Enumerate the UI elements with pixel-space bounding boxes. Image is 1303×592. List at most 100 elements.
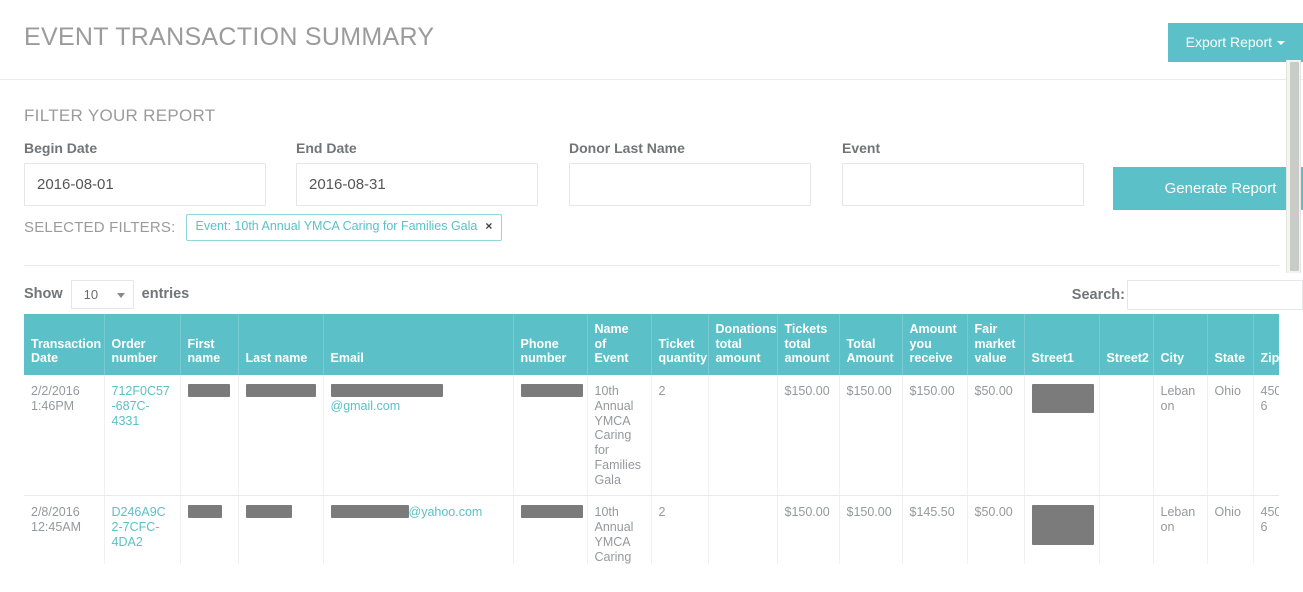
column-header-name-of-event[interactable]: Name of Event — [587, 313, 652, 375]
report-table-container: Transaction Date Order number First name… — [24, 313, 1279, 564]
cell-name-of-event: 10th Annual YMCA Caring for Families Gal… — [587, 375, 652, 497]
redacted-street1 — [1031, 384, 1094, 413]
end-date-label: End Date — [296, 140, 357, 156]
event-field: Event — [842, 140, 1084, 206]
cell-first-name — [180, 375, 239, 497]
column-header-fair-market-value[interactable]: Fair market value — [967, 313, 1025, 375]
event-input[interactable] — [842, 163, 1084, 206]
search-control: Search: — [1071, 279, 1303, 310]
column-header-amount-you-receive[interactable]: Amount you receive — [902, 313, 968, 375]
column-header-city[interactable]: City — [1153, 313, 1208, 375]
column-header-street2[interactable]: Street2 — [1099, 313, 1154, 375]
column-header-zip[interactable]: Zip — [1253, 313, 1279, 375]
cell-email: @gmail.com — [323, 375, 514, 497]
cell-order-number: 712F0C57-687C-4331 — [104, 375, 181, 497]
table-row: 2/2/2016 1:46PM 712F0C57-687C-4331 @gmai… — [24, 375, 1279, 497]
donor-last-name-label: Donor Last Name — [569, 140, 685, 156]
column-header-state[interactable]: State — [1207, 313, 1254, 375]
cell-city: Lebanon — [1153, 495, 1208, 564]
event-label: Event — [842, 140, 881, 156]
column-header-ticket-quantity[interactable]: Ticket quantity — [651, 313, 709, 375]
cell-zip: 45036 — [1253, 375, 1279, 497]
cell-street2 — [1099, 495, 1154, 564]
cell-last-name — [238, 375, 324, 497]
cell-email: @yahoo.com — [323, 495, 514, 564]
show-label: Show — [24, 286, 63, 303]
begin-date-input[interactable] — [24, 163, 266, 206]
end-date-input[interactable] — [296, 163, 538, 206]
cell-total-amount: $150.00 — [839, 495, 903, 564]
cell-transaction-date: 2/2/2016 1:46PM — [24, 375, 105, 497]
cell-first-name — [180, 495, 239, 564]
cell-city: Lebanon — [1153, 375, 1208, 497]
redacted-email-local — [330, 384, 443, 397]
cell-donations-total — [708, 375, 778, 497]
cell-zip: 45036 — [1253, 495, 1279, 564]
cell-amount-you-receive: $150.00 — [902, 375, 968, 497]
page-title: EVENT TRANSACTION SUMMARY — [24, 23, 435, 51]
end-date-field: End Date — [296, 140, 538, 206]
donor-last-name-input[interactable] — [569, 163, 811, 206]
generate-report-button[interactable]: Generate Report — [1113, 167, 1303, 210]
table-body: 2/2/2016 1:46PM 712F0C57-687C-4331 @gmai… — [24, 375, 1279, 564]
cell-order-number: D246A9C2-7CFC-4DA2 — [104, 495, 181, 564]
redacted-last-name — [245, 384, 316, 397]
filter-chip-label: Event: 10th Annual YMCA Caring for Famil… — [195, 219, 478, 233]
close-icon[interactable]: × — [485, 220, 492, 233]
cell-last-name — [238, 495, 324, 564]
redacted-first-name — [187, 384, 230, 397]
page-root: EVENT TRANSACTION SUMMARY Export Report … — [0, 0, 1303, 592]
search-label: Search: — [1071, 286, 1125, 303]
redacted-email-local — [330, 505, 409, 519]
cell-street2 — [1099, 375, 1154, 497]
column-header-total-amount[interactable]: Total Amount — [839, 313, 903, 375]
cell-fair-market-value: $50.00 — [967, 375, 1025, 497]
selected-filters-label: SELECTED FILTERS: — [24, 218, 176, 236]
page-header: EVENT TRANSACTION SUMMARY Export Report — [0, 0, 1303, 80]
table-controls: Show 10 entries Search: — [0, 266, 1303, 314]
order-number-link[interactable]: 712F0C57-687C-4331 — [112, 384, 170, 428]
redacted-first-name — [187, 505, 222, 519]
begin-date-label: Begin Date — [24, 140, 98, 156]
entries-label: entries — [141, 286, 190, 303]
cell-total-amount: $150.00 — [839, 375, 903, 497]
column-header-first-name[interactable]: First name — [180, 313, 239, 375]
filter-panel: FILTER YOUR REPORT Begin Date End Date D… — [0, 80, 1303, 266]
cell-tickets-total: $150.00 — [777, 495, 840, 564]
export-report-button[interactable]: Export Report — [1167, 23, 1303, 62]
selected-filters: SELECTED FILTERS: Event: 10th Annual YMC… — [24, 214, 1279, 266]
email-link[interactable]: @yahoo.com — [409, 505, 483, 519]
begin-date-field: Begin Date — [24, 140, 266, 206]
cell-state: Ohio — [1207, 495, 1254, 564]
email-link[interactable]: @gmail.com — [331, 399, 401, 413]
donor-last-name-field: Donor Last Name — [569, 140, 811, 206]
cell-transaction-date: 2/8/2016 12:45AM — [24, 495, 105, 564]
entries-select[interactable]: 10 — [70, 279, 134, 309]
column-header-phone-number[interactable]: Phone number — [513, 313, 588, 375]
column-header-street1[interactable]: Street1 — [1024, 313, 1100, 375]
column-header-donations-total[interactable]: Donations total amount — [708, 313, 778, 375]
filter-fields-row: Begin Date End Date Donor Last Name Even… — [24, 140, 1303, 218]
column-header-last-name[interactable]: Last name — [238, 313, 324, 375]
filter-heading: FILTER YOUR REPORT — [24, 106, 216, 125]
cell-phone-number — [513, 375, 588, 497]
order-number-link[interactable]: D246A9C2-7CFC-4DA2 — [112, 505, 166, 549]
column-header-email[interactable]: Email — [323, 313, 514, 375]
redacted-phone-number — [520, 505, 583, 519]
redacted-last-name — [245, 505, 292, 519]
cell-street1 — [1024, 375, 1100, 497]
chevron-down-icon — [1277, 41, 1285, 46]
cell-donations-total — [708, 495, 778, 564]
vertical-scrollbar-thumb[interactable] — [1290, 62, 1299, 271]
entries-select-wrap: 10 — [70, 279, 134, 309]
column-header-transaction-date[interactable]: Transaction Date — [24, 313, 105, 375]
cell-tickets-total: $150.00 — [777, 375, 840, 497]
cell-phone-number — [513, 495, 588, 564]
column-header-tickets-total[interactable]: Tickets total amount — [777, 313, 840, 375]
cell-name-of-event: 10th Annual YMCA Caring for Families Gal… — [587, 495, 652, 564]
table-head: Transaction Date Order number First name… — [24, 313, 1279, 375]
column-header-order-number[interactable]: Order number — [104, 313, 181, 375]
cell-state: Ohio — [1207, 375, 1254, 497]
filter-chip-event[interactable]: Event: 10th Annual YMCA Caring for Famil… — [185, 214, 503, 241]
search-input[interactable] — [1127, 279, 1303, 310]
